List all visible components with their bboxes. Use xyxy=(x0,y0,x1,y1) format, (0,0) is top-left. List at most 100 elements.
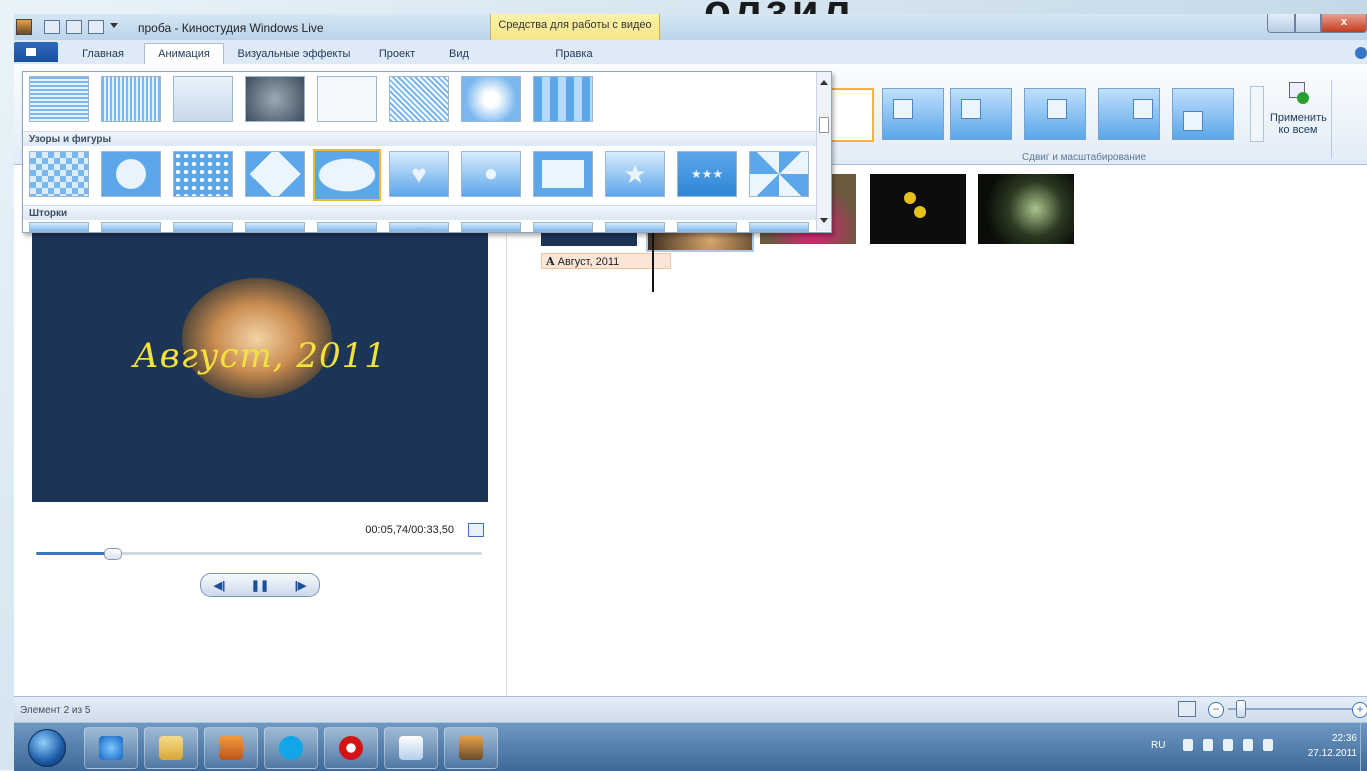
undo-icon[interactable] xyxy=(66,20,82,34)
pan-zoom-up-right[interactable] xyxy=(1098,88,1160,140)
next-frame-button[interactable]: |▶ xyxy=(295,579,307,592)
transition-mosaic[interactable] xyxy=(533,76,593,122)
transition-shutter[interactable] xyxy=(29,222,89,232)
transition-shutter[interactable] xyxy=(677,222,737,232)
maximize-button[interactable] xyxy=(1295,14,1321,33)
gallery-resize-grip[interactable]: .... xyxy=(417,224,429,231)
taskbar-opera[interactable] xyxy=(324,727,378,769)
show-desktop-button[interactable] xyxy=(1360,723,1367,771)
security-icon[interactable] xyxy=(1223,739,1233,751)
window-title: проба - Киностудия Windows Live xyxy=(138,21,324,35)
system-tray: RU 22:36 27.12.2011 xyxy=(1127,723,1367,771)
preview-caption-text: Август, 2011 xyxy=(133,336,387,376)
apply-to-all-button[interactable]: Применить ко всем xyxy=(1270,82,1327,136)
skype-icon xyxy=(279,736,303,760)
transition-vertical-lines[interactable] xyxy=(101,76,161,122)
element-status: Элемент 2 из 5 xyxy=(20,705,91,716)
usb-device-icon[interactable] xyxy=(1203,739,1213,751)
transition-dots[interactable] xyxy=(173,151,233,197)
ribbon-gallery-scroll[interactable] xyxy=(1250,86,1264,142)
language-indicator[interactable]: RU xyxy=(1151,740,1165,751)
transition-cloud[interactable] xyxy=(461,76,521,122)
transition-lines[interactable] xyxy=(29,76,89,122)
pan-zoom-up-left[interactable] xyxy=(950,88,1012,140)
scroll-down-arrow-icon[interactable] xyxy=(820,218,828,227)
transition-shutter[interactable] xyxy=(461,222,521,232)
window-controls: x xyxy=(1267,14,1367,33)
previous-frame-button[interactable]: ◀| xyxy=(214,579,226,592)
transition-shutter[interactable] xyxy=(101,222,161,232)
scroll-up-arrow-icon[interactable] xyxy=(820,76,828,85)
gallery-expand-icon[interactable] xyxy=(819,117,829,133)
transition-circle[interactable] xyxy=(101,151,161,197)
thumbnail-size-icon[interactable] xyxy=(1178,701,1196,717)
pan-zoom-frame-icon xyxy=(893,99,913,119)
redo-icon[interactable] xyxy=(88,20,104,34)
save-icon[interactable] xyxy=(44,20,60,34)
yellow-flower xyxy=(914,206,926,218)
tab-home[interactable]: Главная xyxy=(68,44,138,64)
video-preview[interactable]: Август, 2011 xyxy=(32,188,488,502)
pan-zoom-up-center[interactable] xyxy=(1024,88,1086,140)
customize-dropdown-icon[interactable] xyxy=(110,22,118,32)
tab-project[interactable]: Проект xyxy=(368,44,426,64)
transition-mesh[interactable] xyxy=(389,76,449,122)
transition-diamond[interactable] xyxy=(245,151,305,197)
start-button[interactable] xyxy=(28,729,66,767)
pan-zoom-down[interactable] xyxy=(1172,88,1234,140)
transition-shutter[interactable] xyxy=(605,222,665,232)
volume-icon[interactable] xyxy=(1263,739,1273,751)
transition-shutter[interactable] xyxy=(245,222,305,232)
storyboard-clip-fence[interactable] xyxy=(870,174,966,244)
gallery-scrollbar[interactable] xyxy=(816,72,831,231)
taskbar-media-player[interactable] xyxy=(204,727,258,769)
transition-keyhole[interactable]: ● xyxy=(461,151,521,197)
transition-silhouette[interactable] xyxy=(173,76,233,122)
transition-pinwheel[interactable] xyxy=(749,151,809,197)
zoom-slider-thumb[interactable] xyxy=(1236,700,1247,718)
transition-heart[interactable]: ♥ xyxy=(389,151,449,197)
zoom-out-button[interactable]: − xyxy=(1208,702,1224,718)
storyboard-clip-white-flowers[interactable] xyxy=(978,174,1074,244)
tab-animation[interactable]: Анимация xyxy=(144,43,224,64)
transition-checkerboard[interactable] xyxy=(29,151,89,197)
transition-shutter[interactable] xyxy=(317,222,377,232)
movie-maker-app-icon[interactable] xyxy=(16,19,32,35)
close-button[interactable]: x xyxy=(1321,14,1367,33)
seek-thumb[interactable] xyxy=(103,548,122,560)
transition-shutter[interactable] xyxy=(173,222,233,232)
pause-button[interactable]: ❚❚ xyxy=(251,579,269,592)
transition-rectangle[interactable] xyxy=(533,151,593,197)
gallery-section-shutters: Шторки xyxy=(23,205,819,220)
transition-shutter[interactable] xyxy=(533,222,593,232)
clock[interactable]: 22:36 27.12.2011 xyxy=(1308,731,1357,761)
storyboard-playhead[interactable] xyxy=(652,228,654,292)
pane-divider[interactable] xyxy=(506,164,507,704)
taskbar-explorer[interactable] xyxy=(144,727,198,769)
zoom-in-button[interactable]: + xyxy=(1352,702,1367,718)
tab-edit[interactable]: Правка xyxy=(490,44,658,64)
tab-view[interactable]: Вид xyxy=(432,44,486,64)
taskbar-ie[interactable] xyxy=(84,727,138,769)
tab-visual-effects[interactable]: Визуальные эффекты xyxy=(226,44,362,64)
transition-stars[interactable]: ★★★ xyxy=(677,151,737,197)
taskbar-skype[interactable] xyxy=(264,727,318,769)
title-bar: проба - Киностудия Windows Live Средства… xyxy=(14,14,1367,40)
minimize-button[interactable] xyxy=(1267,14,1295,33)
transition-oval-selected[interactable] xyxy=(313,149,381,201)
taskbar-movie-maker[interactable] xyxy=(444,727,498,769)
transition-blur[interactable] xyxy=(245,76,305,122)
show-hidden-icons-icon[interactable] xyxy=(1183,739,1193,751)
transition-star[interactable]: ★ xyxy=(605,151,665,197)
app-menu-button[interactable] xyxy=(14,42,58,62)
fullscreen-icon[interactable] xyxy=(468,523,484,537)
heart-icon: ♥ xyxy=(411,159,427,189)
taskbar-presentation[interactable] xyxy=(384,727,438,769)
transition-shutter[interactable] xyxy=(749,222,809,232)
zoom-slider-track[interactable] xyxy=(1228,708,1352,710)
help-icon[interactable] xyxy=(1355,47,1367,59)
seek-bar[interactable] xyxy=(36,548,482,560)
network-signal-icon[interactable] xyxy=(1243,739,1253,751)
transition-frame[interactable] xyxy=(317,76,377,122)
pan-zoom-auto[interactable] xyxy=(882,88,944,140)
